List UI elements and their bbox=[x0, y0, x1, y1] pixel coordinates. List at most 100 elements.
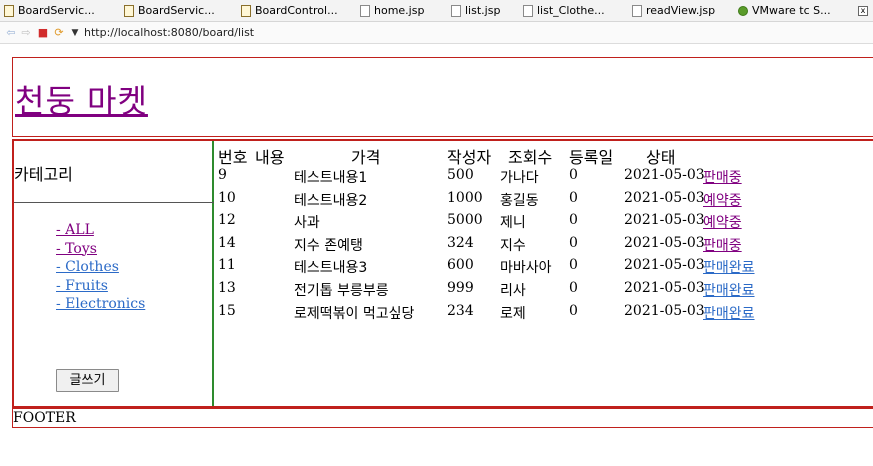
cell-writer: 리사 bbox=[500, 283, 526, 299]
tab-label: BoardServic... bbox=[18, 4, 95, 17]
tab-label: readView.jsp bbox=[646, 4, 716, 17]
cell-no: 10 bbox=[218, 189, 236, 206]
cell-price: 1000 bbox=[447, 189, 483, 206]
tab-list-jsp[interactable]: list.jsp bbox=[451, 3, 500, 19]
tab-label: list.jsp bbox=[465, 4, 501, 17]
status-link[interactable]: 예약중 bbox=[703, 190, 742, 210]
category-link-fruits[interactable]: - Fruits bbox=[56, 277, 145, 296]
cell-date: 2021-05-03 bbox=[624, 212, 705, 229]
cell-no: 11 bbox=[218, 257, 236, 274]
address-bar[interactable]: http://localhost:8080/board/list bbox=[84, 25, 254, 41]
cell-content: 사과 bbox=[294, 215, 320, 232]
column-header-date: 등록일 bbox=[569, 148, 614, 167]
cell-date: 2021-05-03 bbox=[624, 167, 705, 183]
category-title: 카테고리 bbox=[14, 165, 73, 184]
cell-views: 0 bbox=[569, 189, 578, 206]
chevron-down-icon[interactable]: ▼ bbox=[68, 26, 82, 40]
forward-arrow-icon[interactable]: ⇨ bbox=[19, 26, 33, 40]
category-link-all[interactable]: - ALL bbox=[56, 221, 145, 240]
category-link-clothes[interactable]: - Clothes bbox=[56, 258, 145, 277]
status-link[interactable]: 판매중 bbox=[703, 235, 742, 255]
jsp-file-icon bbox=[523, 5, 533, 17]
refresh-icon[interactable]: ⟳ bbox=[52, 26, 66, 40]
tab-label: BoardServic... bbox=[138, 4, 215, 17]
cell-views: 0 bbox=[569, 257, 578, 274]
page-header: 천둥 마켓 bbox=[12, 57, 873, 137]
status-link[interactable]: 판매중 bbox=[703, 167, 742, 187]
tab-home-jsp[interactable]: home.jsp bbox=[360, 3, 424, 19]
close-icon[interactable]: x bbox=[858, 6, 868, 16]
cell-price: 324 bbox=[447, 234, 474, 251]
tab-boardcontroller[interactable]: BoardControl... bbox=[241, 3, 338, 19]
cell-date: 2021-05-03 bbox=[624, 189, 705, 206]
category-sidebar: 카테고리 - ALL - Toys - Clothes - Fruits - E… bbox=[14, 141, 214, 406]
column-header-status: 상태 bbox=[646, 148, 676, 167]
cell-content: 테스트내용3 bbox=[294, 260, 368, 277]
category-link-toys[interactable]: - Toys bbox=[56, 240, 145, 259]
divider bbox=[14, 202, 214, 203]
cell-price: 234 bbox=[447, 302, 474, 319]
cell-no: 9 bbox=[218, 167, 227, 183]
cell-writer: 제니 bbox=[500, 215, 526, 232]
cell-date: 2021-05-03 bbox=[624, 257, 705, 274]
jsp-file-icon bbox=[360, 5, 370, 17]
category-link-electronics[interactable]: - Electronics bbox=[56, 295, 145, 314]
tab-label: list_Clothe... bbox=[537, 4, 605, 17]
cell-price: 500 bbox=[447, 167, 474, 183]
cell-price: 999 bbox=[447, 280, 474, 296]
cell-content: 테스트내용2 bbox=[294, 192, 368, 209]
jsp-file-icon bbox=[451, 5, 461, 17]
site-title-link[interactable]: 천둥 마켓 bbox=[15, 76, 148, 122]
tab-boardservice-2[interactable]: BoardServic... bbox=[124, 3, 215, 19]
cell-content: 전기톱 부릉부릉 bbox=[294, 283, 389, 299]
cell-no: 15 bbox=[218, 302, 236, 319]
cell-price: 5000 bbox=[447, 212, 483, 229]
cell-date: 2021-05-03 bbox=[624, 234, 705, 251]
tab-readview-jsp[interactable]: readView.jsp bbox=[632, 3, 715, 19]
status-link[interactable]: 예약중 bbox=[703, 212, 742, 232]
browser-toolbar: ⇦ ⇨ ■ ⟳ ▼ http://localhost:8080/board/li… bbox=[0, 22, 873, 44]
status-link[interactable]: 판매완료 bbox=[703, 280, 755, 300]
cell-no: 13 bbox=[218, 280, 236, 296]
cell-writer: 홍길동 bbox=[500, 192, 539, 209]
cell-price: 600 bbox=[447, 257, 474, 274]
column-header-price: 가격 bbox=[351, 148, 381, 167]
tab-overflow[interactable]: x bbox=[858, 3, 868, 19]
cell-writer: 로제 bbox=[500, 305, 526, 322]
cell-no: 12 bbox=[218, 212, 236, 229]
column-header-writer: 작성자 bbox=[447, 148, 492, 167]
cell-views: 0 bbox=[569, 302, 578, 319]
cell-no: 14 bbox=[218, 234, 236, 251]
cell-writer: 가나다 bbox=[500, 170, 539, 186]
main-section: 카테고리 - ALL - Toys - Clothes - Fruits - E… bbox=[12, 139, 873, 408]
cell-content: 테스트내용1 bbox=[294, 170, 368, 186]
cell-views: 0 bbox=[569, 167, 578, 183]
page-footer: FOOTER bbox=[12, 408, 873, 428]
cell-views: 0 bbox=[569, 280, 578, 296]
editor-tab-bar: BoardServic... BoardServic... BoardContr… bbox=[0, 0, 873, 22]
cell-views: 0 bbox=[569, 212, 578, 229]
cell-writer: 지수 bbox=[500, 237, 526, 254]
tab-vmware[interactable]: VMware tc S... bbox=[738, 3, 831, 19]
tab-label: VMware tc S... bbox=[752, 4, 831, 17]
column-header-content: 내용 bbox=[255, 148, 285, 167]
tab-label: home.jsp bbox=[374, 4, 425, 17]
column-header-views: 조회수 bbox=[508, 148, 553, 167]
board-list: 번호 내용 가격 작성자 조회수 등록일 상태 9 테스트내용1 500 가나다 0 20… bbox=[216, 141, 873, 406]
java-file-icon bbox=[4, 5, 14, 17]
stop-icon[interactable]: ■ bbox=[36, 26, 50, 40]
cell-content: 로제떡볶이 먹고싶당 bbox=[294, 305, 415, 322]
status-link[interactable]: 판매완료 bbox=[703, 257, 755, 277]
cell-date: 2021-05-03 bbox=[624, 280, 705, 296]
cell-writer: 마바사아 bbox=[500, 260, 552, 277]
back-arrow-icon[interactable]: ⇦ bbox=[4, 26, 18, 40]
jsp-file-icon bbox=[632, 5, 642, 17]
write-button[interactable]: 글쓰기 bbox=[56, 369, 119, 392]
vmware-icon bbox=[738, 6, 748, 16]
java-file-icon bbox=[124, 5, 134, 17]
column-header-no: 번호 bbox=[218, 148, 248, 167]
tab-label: BoardControl... bbox=[255, 4, 338, 17]
tab-list-clothes[interactable]: list_Clothe... bbox=[523, 3, 605, 19]
tab-boardservice-1[interactable]: BoardServic... bbox=[4, 3, 95, 19]
status-link[interactable]: 판매완료 bbox=[703, 303, 755, 323]
